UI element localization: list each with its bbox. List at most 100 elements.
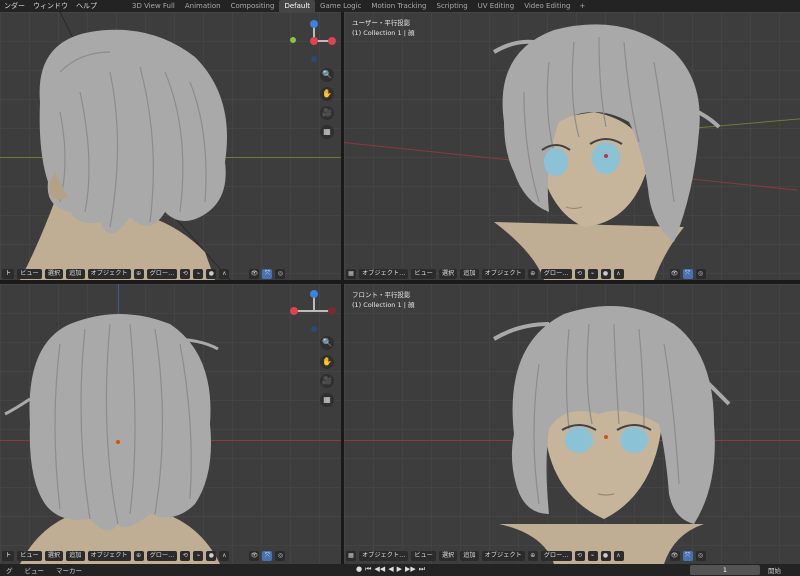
transform-orientation-dropdown[interactable]: グロー… — [540, 269, 572, 279]
zoom-icon[interactable]: 🔍 — [320, 68, 334, 82]
transform-orientation-icon[interactable]: ⊕ — [133, 269, 144, 279]
editor-type-icon[interactable]: ▦ — [346, 551, 356, 561]
snap-icon[interactable]: ⌁ — [193, 269, 204, 279]
viewport-top-right[interactable]: ユーザー・平行投影 (1) Collection 1 | 顔 ▦ オブジェクト…… — [344, 12, 800, 280]
gizmo-y-neg-icon[interactable] — [290, 37, 296, 43]
overlay-icon[interactable]: ◎ — [275, 551, 286, 561]
play-reverse-icon[interactable]: ◀ — [388, 565, 393, 574]
add-workspace-button[interactable]: + — [575, 2, 589, 10]
view-menu[interactable]: ビュー — [411, 269, 436, 279]
menu-render[interactable]: ンダー — [0, 1, 29, 11]
view-menu[interactable]: ビュー — [17, 551, 42, 561]
select-menu[interactable]: 選択 — [438, 269, 458, 279]
tab-compositing[interactable]: Compositing — [226, 0, 280, 12]
zoom-icon[interactable]: 🔍 — [320, 336, 334, 350]
snap-icon[interactable]: ⌁ — [587, 269, 598, 279]
tab-motion-tracking[interactable]: Motion Tracking — [366, 0, 431, 12]
camera-icon[interactable]: 🎥 — [320, 106, 334, 120]
view-menu[interactable]: ビュー — [411, 551, 436, 561]
transform-orientation-icon[interactable]: ⊕ — [527, 269, 538, 279]
falloff-icon[interactable]: ∧ — [613, 551, 624, 561]
gizmo-x-neg-icon[interactable] — [328, 307, 336, 315]
mode-menu[interactable]: ト — [2, 269, 15, 279]
gizmo-y-axis-icon[interactable] — [328, 37, 336, 45]
proportional-edit-icon[interactable]: ● — [206, 551, 217, 561]
camera-icon[interactable]: 🎥 — [320, 374, 334, 388]
tab-video-editing[interactable]: Video Editing — [519, 0, 575, 12]
next-keyframe-icon[interactable]: ▶▶ — [405, 565, 416, 574]
object-menu[interactable]: オブジェクト — [481, 269, 525, 279]
falloff-icon[interactable]: ∧ — [219, 269, 230, 279]
select-menu[interactable]: 選択 — [438, 551, 458, 561]
gizmo-z-axis-icon[interactable] — [310, 290, 318, 298]
navigation-gizmo[interactable] — [290, 288, 340, 338]
snap-icon[interactable]: ⌁ — [587, 551, 598, 561]
overlay-icon[interactable]: ◎ — [695, 551, 706, 561]
pivot-icon[interactable]: ⟲ — [180, 551, 191, 561]
mode-menu[interactable]: ト — [2, 551, 15, 561]
add-menu[interactable]: 追加 — [460, 269, 479, 279]
mode-dropdown[interactable]: オブジェクト… — [359, 269, 409, 279]
grid-toggle-icon[interactable]: ▦ — [320, 125, 334, 139]
pivot-icon[interactable]: ⟲ — [180, 269, 191, 279]
editor-type-icon[interactable]: ▦ — [346, 269, 356, 279]
gizmo-x-axis-icon[interactable] — [290, 307, 298, 315]
transform-orientation-dropdown[interactable]: グロー… — [146, 269, 178, 279]
view-menu[interactable]: ビュー — [17, 269, 42, 279]
object-menu[interactable]: オブジェクト — [87, 551, 131, 561]
proportional-edit-icon[interactable]: ● — [600, 269, 611, 279]
current-frame-field[interactable]: 1 — [690, 565, 760, 575]
menu-help[interactable]: ヘルプ — [72, 1, 101, 11]
visibility-icon[interactable]: 👁 — [249, 551, 260, 561]
transform-orientation-icon[interactable]: ⊕ — [527, 551, 538, 561]
visibility-icon[interactable]: 👁 — [249, 269, 260, 279]
overlay-icon[interactable]: ◎ — [275, 269, 286, 279]
object-menu[interactable]: オブジェクト — [87, 269, 131, 279]
gizmo-toggle-icon[interactable]: ⤧ — [262, 551, 273, 561]
transform-orientation-dropdown[interactable]: グロー… — [146, 551, 178, 561]
select-menu[interactable]: 選択 — [44, 269, 64, 279]
select-menu[interactable]: 選択 — [44, 551, 64, 561]
overlay-icon[interactable]: ◎ — [695, 269, 706, 279]
proportional-edit-icon[interactable]: ● — [206, 269, 217, 279]
navigation-gizmo[interactable] — [290, 18, 340, 68]
proportional-edit-icon[interactable]: ● — [600, 551, 611, 561]
viewport-bottom-left[interactable]: 🔍 ✋ 🎥 ▦ ト ビュー 選択 追加 オブジェクト ⊕ グロー… ⟲ ⌁ ● … — [0, 284, 341, 564]
mode-dropdown[interactable]: オブジェクト… — [359, 551, 409, 561]
gizmo-z-neg-icon[interactable] — [311, 326, 317, 332]
tab-scripting[interactable]: Scripting — [432, 0, 473, 12]
add-menu[interactable]: 追加 — [66, 551, 85, 561]
timeline-menu-playback[interactable]: グ — [0, 565, 19, 575]
gizmo-toggle-icon[interactable]: ⤧ — [682, 269, 693, 279]
play-icon[interactable]: ▶ — [397, 565, 402, 574]
jump-start-icon[interactable]: ⏮ — [365, 565, 371, 574]
viewport-bottom-right[interactable]: フロント・平行投影 (1) Collection 1 | 顔 ▦ オブジェクト…… — [344, 284, 800, 564]
timeline-menu-view[interactable]: ビュー — [19, 565, 51, 575]
add-menu[interactable]: 追加 — [460, 551, 479, 561]
area-divider-vertical[interactable] — [341, 12, 344, 564]
prev-keyframe-icon[interactable]: ◀◀ — [374, 565, 385, 574]
gizmo-z-neg-icon[interactable] — [311, 56, 317, 62]
transform-orientation-icon[interactable]: ⊕ — [133, 551, 144, 561]
pan-hand-icon[interactable]: ✋ — [320, 87, 334, 101]
viewport-top-left[interactable]: 🔍 ✋ 🎥 ▦ ト ビュー 選択 追加 オブジェクト ⊕ グロー… ⟲ ⌁ ● … — [0, 12, 341, 280]
transform-orientation-dropdown[interactable]: グロー… — [540, 551, 572, 561]
object-menu[interactable]: オブジェクト — [481, 551, 525, 561]
snap-icon[interactable]: ⌁ — [193, 551, 204, 561]
pan-hand-icon[interactable]: ✋ — [320, 355, 334, 369]
tab-3d-view-full[interactable]: 3D View Full — [127, 0, 180, 12]
pivot-icon[interactable]: ⟲ — [574, 269, 585, 279]
pivot-icon[interactable]: ⟲ — [574, 551, 585, 561]
area-divider-horizontal[interactable] — [0, 280, 800, 284]
gizmo-toggle-icon[interactable]: ⤧ — [262, 269, 273, 279]
tab-uv-editing[interactable]: UV Editing — [473, 0, 520, 12]
gizmo-toggle-icon[interactable]: ⤧ — [682, 551, 693, 561]
menu-window[interactable]: ウィンドウ — [29, 1, 72, 11]
falloff-icon[interactable]: ∧ — [613, 269, 624, 279]
tab-game-logic[interactable]: Game Logic — [315, 0, 366, 12]
add-menu[interactable]: 追加 — [66, 269, 85, 279]
tab-animation[interactable]: Animation — [180, 0, 226, 12]
record-icon[interactable]: ● — [356, 565, 362, 574]
gizmo-z-axis-icon[interactable] — [310, 20, 318, 28]
timeline-menu-marker[interactable]: マーカー — [50, 565, 88, 575]
